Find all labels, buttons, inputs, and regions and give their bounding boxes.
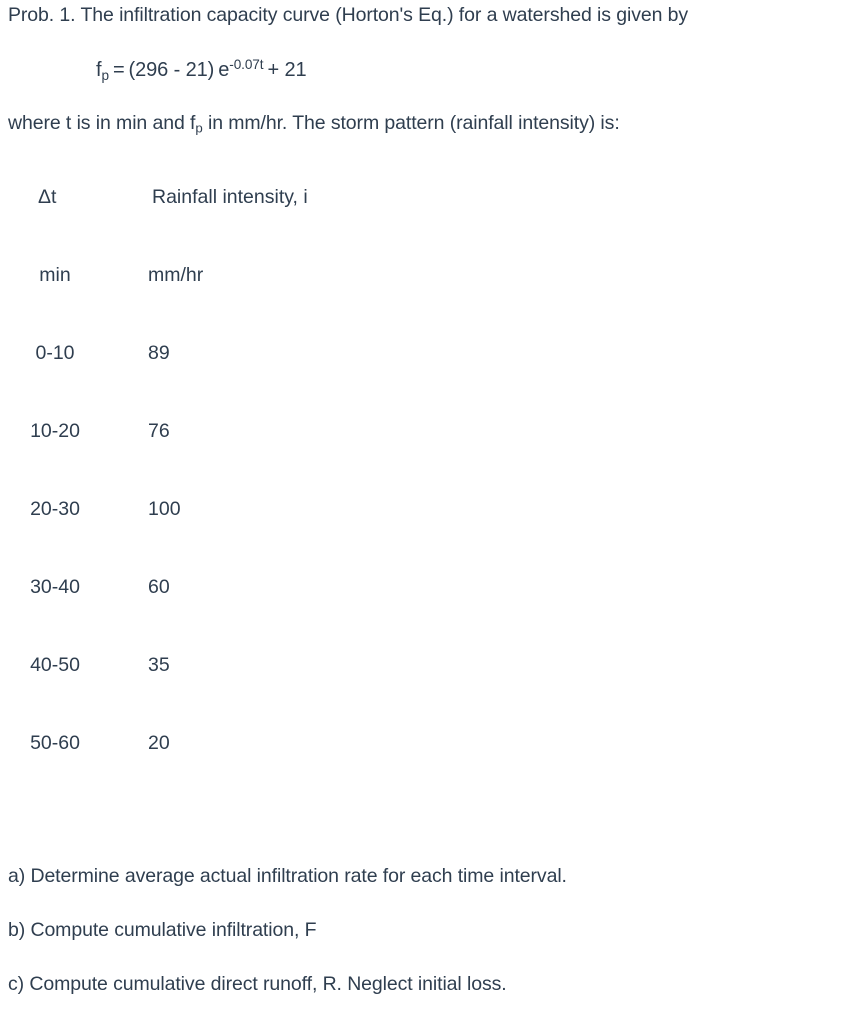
question-a: a) Determine average actual infiltration… bbox=[8, 865, 567, 887]
intensity-cell: 60 bbox=[148, 576, 170, 598]
problem-page: Prob. 1. The infiltration capacity curve… bbox=[0, 0, 847, 1013]
column-header-delta-t: Δt bbox=[38, 186, 57, 208]
table-header-row: Δt Rainfall intensity, i bbox=[0, 186, 420, 264]
statement-line-2-subscript: p bbox=[195, 120, 203, 136]
problem-statement-line-1: Prob. 1. The infiltration capacity curve… bbox=[8, 4, 689, 26]
formula-factor: (296 - 21) bbox=[128, 59, 215, 81]
interval-cell: 40-50 bbox=[30, 654, 80, 676]
intensity-cell: 89 bbox=[148, 342, 170, 364]
horton-equation: fp = (296 - 21) e-0.07t + 21 bbox=[96, 58, 307, 82]
table-row: 20-30 100 bbox=[0, 498, 420, 576]
table-row: 40-50 35 bbox=[0, 654, 420, 732]
intensity-cell: 76 bbox=[148, 420, 170, 442]
column-unit-min: min bbox=[39, 264, 71, 286]
intensity-cell: 100 bbox=[148, 498, 181, 520]
statement-line-2-part-2: in mm/hr. The storm pattern (rainfall in… bbox=[202, 112, 620, 134]
column-header-rainfall-intensity: Rainfall intensity, i bbox=[152, 186, 308, 208]
question-b: b) Compute cumulative infiltration, F bbox=[8, 919, 317, 941]
formula-exponent: -0.07t bbox=[229, 56, 264, 72]
table-row: 0-10 89 bbox=[0, 342, 420, 420]
interval-cell: 10-20 bbox=[30, 420, 80, 442]
question-c: c) Compute cumulative direct runoff, R. … bbox=[8, 973, 507, 995]
formula-equals: = bbox=[112, 59, 125, 81]
formula-exponential-base: e bbox=[218, 59, 230, 81]
table-row: 30-40 60 bbox=[0, 576, 420, 654]
formula-lhs-subscript: p bbox=[101, 67, 109, 83]
interval-cell: 0-10 bbox=[35, 342, 75, 364]
table-row: 10-20 76 bbox=[0, 420, 420, 498]
problem-statement-line-2: where t is in min and fp in mm/hr. The s… bbox=[8, 112, 620, 135]
table-units-row: min mm/hr bbox=[0, 264, 420, 342]
intensity-cell: 20 bbox=[148, 732, 170, 754]
storm-pattern-table: Δt Rainfall intensity, i min mm/hr 0-10 … bbox=[0, 186, 420, 810]
interval-cell: 20-30 bbox=[30, 498, 80, 520]
statement-line-2-part-1: where t is in min and f bbox=[8, 112, 196, 134]
interval-cell: 50-60 bbox=[30, 732, 80, 754]
column-unit-mm-per-hr: mm/hr bbox=[148, 264, 204, 286]
intensity-cell: 35 bbox=[148, 654, 170, 676]
interval-cell: 30-40 bbox=[30, 576, 80, 598]
table-row: 50-60 20 bbox=[0, 732, 420, 810]
formula-plus-term: + 21 bbox=[267, 59, 307, 81]
